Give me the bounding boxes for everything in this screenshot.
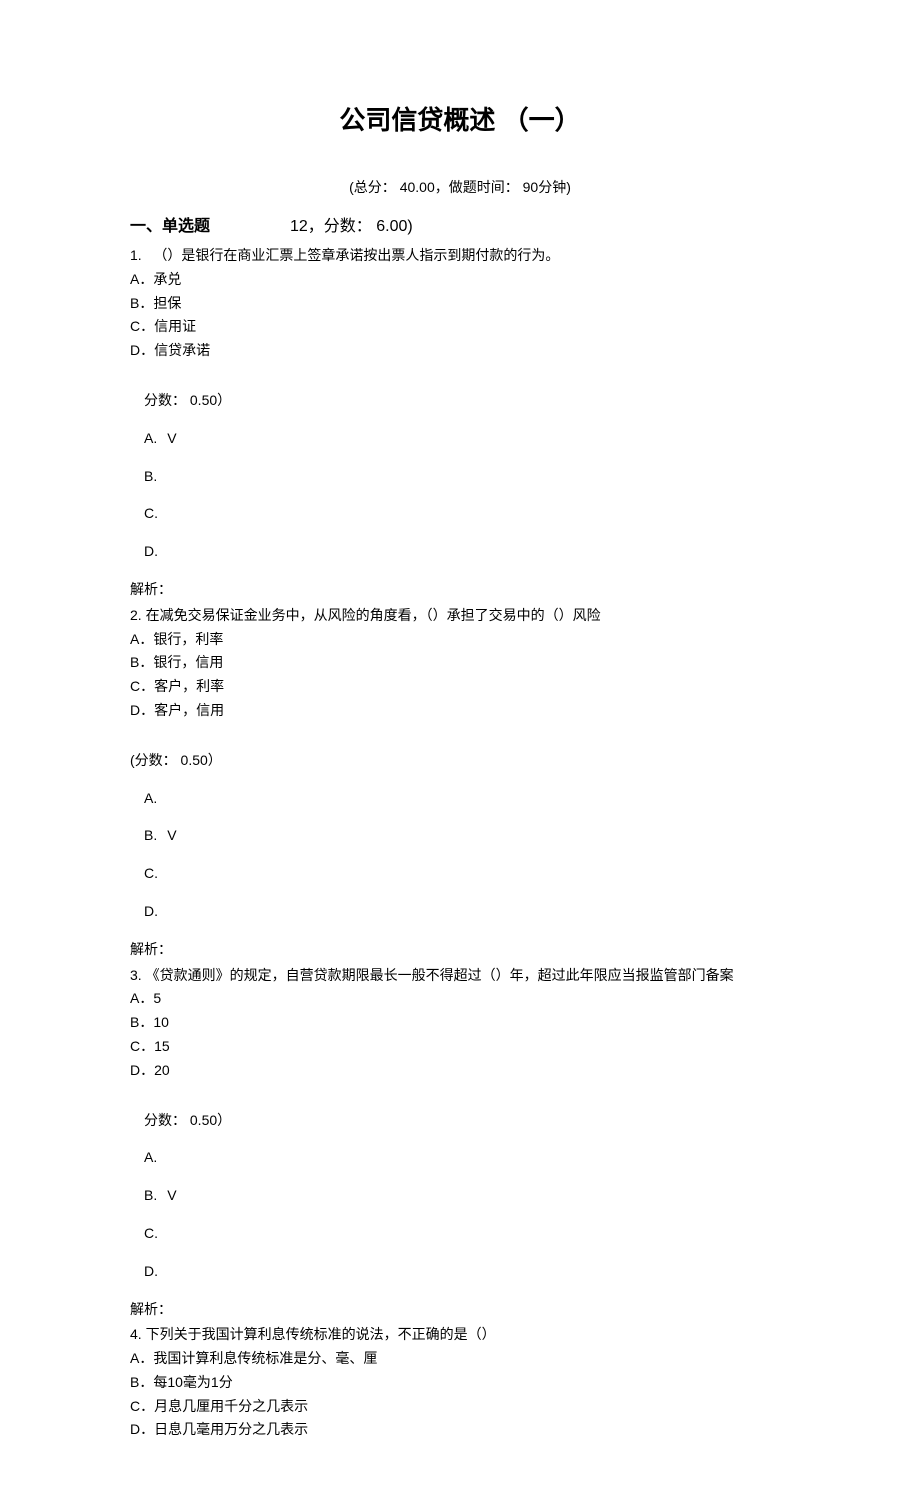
question-stem: 下列关于我国计算利息传统标准的说法，不正确的是（） xyxy=(146,1326,496,1342)
section-label: 一、单选题 xyxy=(130,218,210,235)
score-line: 分数： 0.50） xyxy=(130,1109,790,1133)
answer-a: A.V xyxy=(130,427,790,451)
option-c: C．月息几厘用千分之几表示 xyxy=(130,1395,790,1419)
option-c: C．信用证 xyxy=(130,315,790,339)
option-d: D．客户，信用 xyxy=(130,699,790,723)
analysis-label: 解析： xyxy=(130,578,790,602)
question-number: 2. xyxy=(130,607,142,623)
answer-d: D. xyxy=(130,1260,790,1284)
option-b: B．每10毫为1分 xyxy=(130,1371,790,1395)
option-c: C．15 xyxy=(130,1035,790,1059)
section-header: 一、单选题 12，分数： 6.00) xyxy=(130,212,790,236)
option-a: A．银行，利率 xyxy=(130,628,790,652)
analysis-label: 解析： xyxy=(130,1298,790,1322)
answer-c: C. xyxy=(130,1222,790,1246)
check-mark: V xyxy=(167,1187,176,1203)
section-count: 12，分数： 6.00) xyxy=(290,212,413,236)
answer-d: D. xyxy=(130,540,790,564)
option-d: D．信贷承诺 xyxy=(130,339,790,363)
analysis-label: 解析： xyxy=(130,938,790,962)
question-stem: 《贷款通则》的规定，自营贷款期限最长一般不得超过（）年，超过此年限应当报监管部门… xyxy=(146,967,734,983)
question-number: 4. xyxy=(130,1326,142,1342)
score-line: 分数： 0.50） xyxy=(130,389,790,413)
question-stem: 在减免交易保证金业务中，从风险的角度看，（）承担了交易中的（）风险 xyxy=(146,607,601,623)
answer-a: A. xyxy=(130,787,790,811)
question-text: 3. 《贷款通则》的规定，自营贷款期限最长一般不得超过（）年，超过此年限应当报监… xyxy=(130,964,790,988)
question-text: 4. 下列关于我国计算利息传统标准的说法，不正确的是（） xyxy=(130,1323,790,1347)
option-d: D．20 xyxy=(130,1059,790,1083)
question-text: 1. （）是银行在商业汇票上签章承诺按出票人指示到期付款的行为。 xyxy=(130,244,790,268)
option-a: A．5 xyxy=(130,987,790,1011)
question-block: 1. （）是银行在商业汇票上签章承诺按出票人指示到期付款的行为。 A．承兑 B．… xyxy=(130,244,790,602)
question-block: 4. 下列关于我国计算利息传统标准的说法，不正确的是（） A．我国计算利息传统标… xyxy=(130,1323,790,1442)
answer-a: A. xyxy=(130,1146,790,1170)
check-mark: V xyxy=(167,430,176,446)
question-block: 2. 在减免交易保证金业务中，从风险的角度看，（）承担了交易中的（）风险 A．银… xyxy=(130,604,790,962)
option-a: A．我国计算利息传统标准是分、毫、厘 xyxy=(130,1347,790,1371)
meta-info: (总分： 40.00，做题时间： 90分钟) xyxy=(130,177,790,197)
option-a: A．承兑 xyxy=(130,268,790,292)
option-b: B．10 xyxy=(130,1011,790,1035)
answer-c: C. xyxy=(130,862,790,886)
question-text: 2. 在减免交易保证金业务中，从风险的角度看，（）承担了交易中的（）风险 xyxy=(130,604,790,628)
answer-b: B.V xyxy=(130,824,790,848)
question-number: 3. xyxy=(130,967,142,983)
answer-d: D. xyxy=(130,900,790,924)
score-line: (分数： 0.50） xyxy=(130,749,790,773)
option-b: B．担保 xyxy=(130,292,790,316)
check-mark: V xyxy=(167,827,176,843)
answer-c: C. xyxy=(130,502,790,526)
question-stem: （）是银行在商业汇票上签章承诺按出票人指示到期付款的行为。 xyxy=(153,247,559,263)
answer-b: B. xyxy=(130,465,790,489)
question-block: 3. 《贷款通则》的规定，自营贷款期限最长一般不得超过（）年，超过此年限应当报监… xyxy=(130,964,790,1322)
option-d: D．日息几毫用万分之几表示 xyxy=(130,1418,790,1442)
option-c: C．客户，利率 xyxy=(130,675,790,699)
document-title: 公司信贷概述 （一） xyxy=(130,100,790,137)
option-b: B．银行，信用 xyxy=(130,651,790,675)
answer-b: B.V xyxy=(130,1184,790,1208)
